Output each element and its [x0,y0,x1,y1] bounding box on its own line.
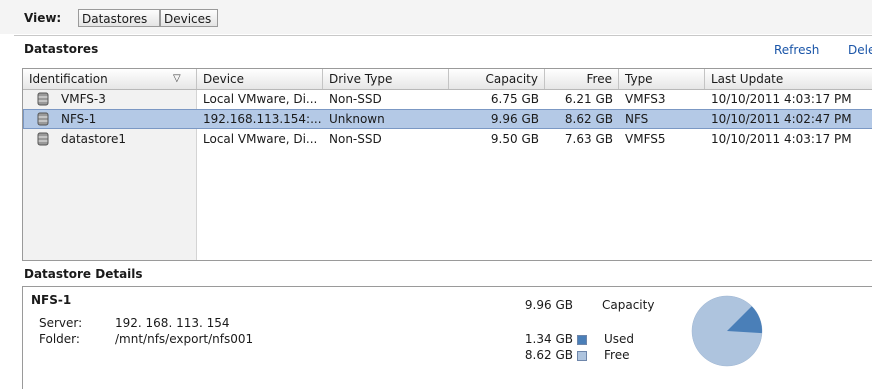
column-header-identification[interactable]: Identification [23,69,197,89]
column-header-capacity[interactable]: Capacity [449,69,545,89]
view-label: View: [24,11,62,25]
used-label: Used [604,332,635,346]
folder-label: Folder: [39,332,80,346]
delete-link[interactable]: Dele [848,43,872,57]
cell-name: NFS-1 [61,112,97,126]
cell-type: VMFS3 [625,92,666,106]
cell-capacity: 9.96 GB [490,112,539,126]
view-toolbar: View: Datastores Devices [0,0,872,34]
cell-drive-type: Non-SSD [329,132,382,146]
sort-descending-icon: ▽ [173,73,181,84]
datastore-icon [37,92,49,106]
cell-drive-type: Non-SSD [329,92,382,106]
cell-last-update: 10/10/2011 4:03:17 PM [711,132,852,146]
used-amount: 1.34 GB [524,332,573,346]
refresh-link[interactable]: Refresh [774,43,819,57]
column-header-type[interactable]: Type [619,69,705,89]
datastores-section-title: Datastores [24,42,99,56]
cell-free: 6.21 GB [564,92,613,106]
column-header-identification-label: Identification [29,72,108,86]
cell-capacity: 6.75 GB [490,92,539,106]
cell-type: VMFS5 [625,132,666,146]
cell-name: datastore1 [61,132,127,146]
table-row[interactable]: VMFS-3 Local VMware, Di... Non-SSD 6.75 … [23,89,872,109]
used-legend-swatch [577,335,587,345]
cell-free: 7.63 GB [564,132,613,146]
cell-free: 8.62 GB [564,112,613,126]
cell-name: VMFS-3 [61,92,106,106]
view-datastores-button[interactable]: Datastores [78,9,160,27]
cell-last-update: 10/10/2011 4:03:17 PM [711,92,852,106]
datastore-icon [37,112,49,126]
header-divider [14,35,872,36]
server-value: 192. 168. 113. 154 [115,316,230,330]
datastores-table: Identification ▽ Device Drive Type Capac… [22,68,872,261]
column-header-free[interactable]: Free [545,69,619,89]
datastore-icon [37,132,49,146]
folder-value: /mnt/nfs/export/nfs001 [115,332,254,346]
datastore-details-panel: NFS-1 Server: 192. 168. 113. 154 Folder:… [22,286,872,389]
details-datastore-name: NFS-1 [31,293,72,307]
free-legend-swatch [577,351,587,361]
table-row[interactable]: datastore1 Local VMware, Di... Non-SSD 9… [23,129,872,149]
server-label: Server: [39,316,83,330]
cell-device: Local VMware, Di... [203,92,318,106]
datastore-details-title: Datastore Details [24,267,143,281]
capacity-amount: 9.96 GB [524,298,573,312]
cell-last-update: 10/10/2011 4:02:47 PM [711,112,852,126]
cell-capacity: 9.50 GB [490,132,539,146]
column-header-drive-type[interactable]: Drive Type [323,69,449,89]
free-amount: 8.62 GB [524,348,573,362]
cell-type: NFS [625,112,649,126]
free-label: Free [604,348,630,362]
table-row-selected[interactable]: NFS-1 192.168.113.154:... Unknown 9.96 G… [23,109,872,129]
capacity-pie-chart [691,295,763,367]
cell-device: 192.168.113.154:... [203,112,322,126]
cell-device: Local VMware, Di... [203,132,318,146]
view-devices-button[interactable]: Devices [160,9,218,27]
column-header-last-update[interactable]: Last Update [705,69,872,89]
column-header-device[interactable]: Device [197,69,323,89]
capacity-label: Capacity [602,298,655,312]
table-header: Identification ▽ Device Drive Type Capac… [23,69,872,90]
cell-drive-type: Unknown [329,112,385,126]
